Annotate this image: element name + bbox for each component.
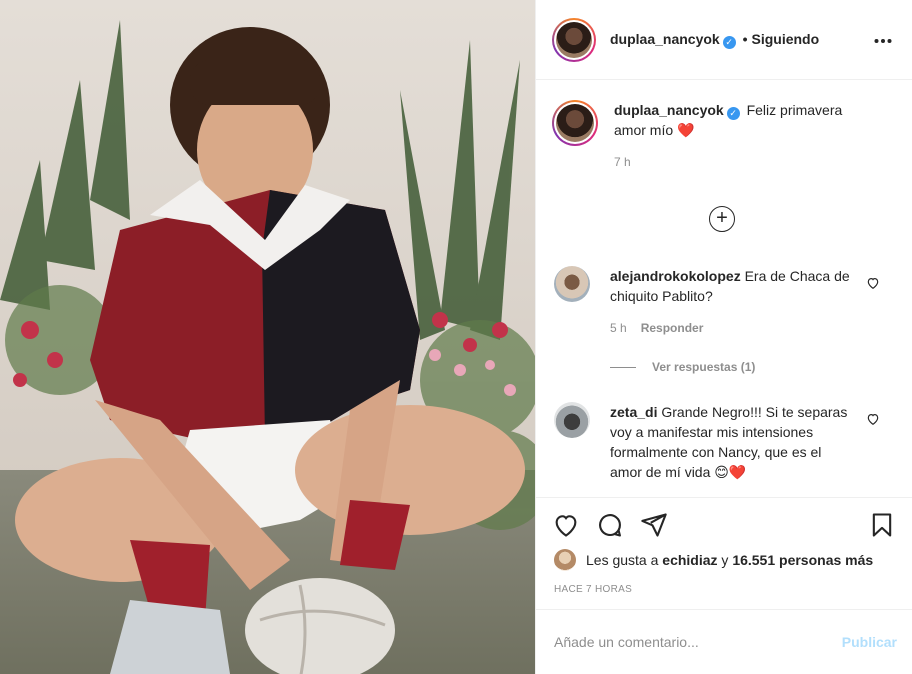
- verified-badge-icon: ✓: [722, 35, 736, 49]
- header-username[interactable]: duplaa_nancyok: [610, 31, 720, 47]
- post-header: duplaa_nancyok ✓ • Siguiendo: [536, 0, 912, 80]
- comment-input[interactable]: Añade un comentario...: [554, 634, 842, 650]
- bookmark-icon[interactable]: [868, 511, 896, 539]
- comment-emoji: 😊❤️: [714, 464, 747, 480]
- more-options-icon[interactable]: [874, 28, 892, 48]
- verified-badge-icon: ✓: [726, 107, 740, 120]
- share-icon[interactable]: [640, 511, 668, 539]
- post-timestamp[interactable]: HACE 7 HORAS: [554, 584, 632, 595]
- likes-summary: Les gusta a echidiaz y 16.551 personas m…: [554, 549, 873, 571]
- comment-item: zeta_di Grande Negro!!! Si te separas vo…: [554, 402, 856, 482]
- heart-icon[interactable]: [866, 276, 880, 290]
- following-button[interactable]: Siguiendo: [752, 31, 820, 47]
- reply-button[interactable]: Responder: [641, 321, 704, 335]
- likes-prefix: Les gusta a: [586, 552, 659, 568]
- caption-time[interactable]: 7 h: [614, 152, 874, 172]
- plus-circle-icon[interactable]: +: [709, 206, 735, 232]
- comment-meta: 5 h Responder: [610, 318, 856, 338]
- action-bar: [536, 497, 912, 553]
- post-photo[interactable]: [0, 0, 535, 674]
- comment-body: zeta_di Grande Negro!!! Si te separas vo…: [610, 402, 856, 482]
- comments-section[interactable]: duplaa_nancyok ✓ Feliz primavera amor mío…: [536, 80, 912, 496]
- likes-connector: y: [721, 552, 729, 568]
- view-replies-label: Ver respuestas (1): [652, 360, 756, 374]
- commenter-avatar[interactable]: [554, 266, 590, 302]
- comment-username[interactable]: alejandrokokolopez: [610, 268, 741, 284]
- view-replies-button[interactable]: Ver respuestas (1): [610, 360, 755, 374]
- heart-icon[interactable]: [866, 412, 880, 426]
- post-side-panel: duplaa_nancyok ✓ • Siguiendo duplaa_nancyo…: [535, 0, 912, 674]
- author-avatar[interactable]: [552, 17, 596, 62]
- instagram-post-view: duplaa_nancyok ✓ • Siguiendo duplaa_nancyo…: [0, 0, 912, 674]
- caption-username[interactable]: duplaa_nancyok: [614, 102, 724, 118]
- publish-button[interactable]: Publicar: [842, 634, 897, 650]
- likes-count-link[interactable]: 16.551 personas más: [732, 552, 873, 568]
- caption-body: duplaa_nancyok ✓ Feliz primavera amor mío…: [614, 100, 874, 172]
- red-heart-emoji: ❤️: [677, 122, 695, 138]
- commenter-avatar[interactable]: [554, 402, 590, 438]
- like-heart-icon[interactable]: [552, 511, 580, 539]
- liker-username[interactable]: echidiaz: [662, 552, 717, 568]
- replies-divider: [610, 366, 636, 368]
- comment-time[interactable]: 5 h: [610, 321, 627, 335]
- comment-body: alejandrokokolopez Era de Chaca de chiqu…: [610, 266, 856, 338]
- comment-icon[interactable]: [596, 511, 624, 539]
- add-comment-bar: Añade un comentario... Publicar: [536, 609, 912, 674]
- header-separator-dot: •: [742, 30, 748, 47]
- post-caption: duplaa_nancyok ✓ Feliz primavera amor mío…: [552, 100, 874, 172]
- photo-illustration: [0, 0, 535, 674]
- caption-avatar[interactable]: [552, 100, 598, 146]
- header-user-info: duplaa_nancyok ✓ • Siguiendo: [610, 31, 819, 49]
- liker-avatar[interactable]: [554, 549, 576, 571]
- comment-username[interactable]: zeta_di: [610, 404, 657, 420]
- comment-item: alejandrokokolopez Era de Chaca de chiqu…: [554, 266, 856, 338]
